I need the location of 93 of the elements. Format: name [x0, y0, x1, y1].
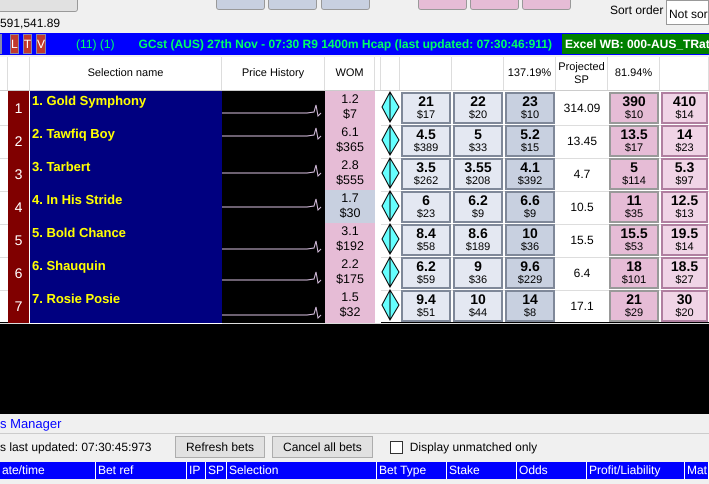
column-header: SP — [206, 462, 227, 479]
back-price-cell[interactable]: 9.4 $51 — [401, 290, 451, 322]
diamond-icon[interactable] — [381, 91, 400, 123]
column-header: 137.19% — [504, 57, 556, 90]
back-price-cell[interactable]: 5.2 $15 — [505, 125, 555, 157]
back-price-cell[interactable]: 4.5 $389 — [401, 125, 451, 157]
market-title: GCst (AUS) 27th Nov - 07:30 R9 1400m Hcap (last updated: 07:30:46:911) — [138, 36, 552, 53]
diamond-icon[interactable] — [381, 124, 400, 156]
diamond-icon[interactable] — [381, 289, 400, 321]
column-header: Selection name — [30, 57, 222, 90]
back-price-cell[interactable]: 10 $44 — [453, 290, 503, 322]
diamond-icon[interactable] — [381, 223, 400, 255]
back-price-cell[interactable]: 23 $10 — [505, 92, 555, 124]
panel-title: s Manager — [0, 416, 62, 431]
back-price-cell[interactable]: 6 $23 — [401, 191, 451, 223]
checkbox-label: Display unmatched only — [410, 439, 538, 456]
weight-of-money-cell: 1.5 $32 — [325, 289, 375, 324]
lay-price-cell[interactable]: 18 $101 — [609, 257, 659, 289]
back-price-cell[interactable]: 8.4 $58 — [401, 224, 451, 256]
column-header: Bet ref — [96, 462, 187, 479]
weight-of-money-cell: 2.2 $175 — [325, 256, 375, 291]
lay-price-cell[interactable]: 13.5 $17 — [609, 125, 659, 157]
back-price-cell[interactable]: 6.2 $9 — [453, 191, 503, 223]
action-button[interactable]: Cancel all bets — [272, 436, 373, 458]
back-price-cell[interactable]: 9 $36 — [453, 257, 503, 289]
column-header: WOM — [325, 57, 375, 90]
back-price-cell[interactable]: 9.6 $229 — [505, 257, 555, 289]
back-price-cell[interactable]: 5 $33 — [453, 125, 503, 157]
lay-price-cell[interactable]: 410 $14 — [661, 92, 708, 124]
back-price-cell[interactable]: 4.1 $392 — [505, 158, 555, 190]
lay-price-cell[interactable]: 21 $29 — [609, 290, 659, 322]
toolbar-button[interactable]: L — [10, 34, 19, 54]
lay-price-cell[interactable]: 12.5 $13 — [661, 191, 708, 223]
weight-of-money-cell: 3.1 $192 — [325, 223, 375, 258]
last-updated-text: s last updated: 07:30:45:973 — [0, 439, 152, 456]
lay-price-cell[interactable]: 18.5 $27 — [661, 257, 708, 289]
back-price-cell[interactable]: 8.6 $189 — [453, 224, 503, 256]
diamond-icon[interactable] — [381, 157, 400, 189]
runner-number: 6 — [8, 256, 30, 291]
runner-name[interactable]: 5. Bold Chance — [30, 223, 222, 258]
runner-name[interactable]: 3. Tarbert — [30, 157, 222, 192]
runner-name[interactable]: 4. In His Stride — [30, 190, 222, 225]
runner-name[interactable]: 1. Gold Symphony — [30, 91, 222, 126]
column-header: Odds — [517, 462, 587, 479]
toolbar-button[interactable]: T — [22, 34, 32, 54]
lay-price-cell[interactable]: 14 $23 — [661, 125, 708, 157]
lay-price-cell[interactable]: 11 $35 — [609, 191, 659, 223]
runner-number: 1 — [8, 91, 30, 126]
lay-price-cell[interactable]: 5.3 $97 — [661, 158, 708, 190]
back-price-cell[interactable]: 21 $17 — [401, 92, 451, 124]
runner-name[interactable]: 7. Rosie Posie — [30, 289, 222, 324]
weight-of-money-cell: 2.8 $555 — [325, 157, 375, 192]
weight-of-money-cell: 1.7 $30 — [325, 190, 375, 225]
back-price-cell[interactable]: 10 $36 — [505, 224, 555, 256]
back-price-cell[interactable]: 6.6 $9 — [505, 191, 555, 223]
diamond-icon[interactable] — [381, 190, 400, 222]
column-header: Bet Type — [377, 462, 447, 479]
column-header: Selection — [227, 462, 377, 479]
column-header: Projected SP — [556, 57, 608, 90]
runner-number: 7 — [8, 289, 30, 324]
checkbox[interactable] — [390, 440, 403, 454]
column-header: Profit/Liability — [587, 462, 685, 479]
runner-name[interactable]: 6. Shauquin — [30, 256, 222, 291]
toolbar-button[interactable]: V — [36, 34, 46, 54]
back-price-cell[interactable]: 22 $20 — [453, 92, 503, 124]
weight-of-money-cell: 6.1 $365 — [325, 124, 375, 159]
runner-name[interactable]: 2. Tawfiq Boy — [30, 124, 222, 159]
column-header: ate/time — [0, 462, 96, 479]
column-header: Mat — [685, 462, 709, 479]
back-price-cell[interactable]: 3.5 $262 — [401, 158, 451, 190]
runner-number: 2 — [8, 124, 30, 159]
market-counts: (11) (1) — [76, 36, 114, 53]
column-header: 81.94% — [608, 57, 660, 90]
balance-text: 591,541.89 — [0, 15, 60, 32]
back-price-cell[interactable]: 6.2 $59 — [401, 257, 451, 289]
lay-price-cell[interactable]: 19.5 $14 — [661, 224, 708, 256]
action-button[interactable]: Refresh bets — [175, 436, 266, 458]
runner-number: 5 — [8, 223, 30, 258]
lay-price-cell[interactable]: 30 $20 — [661, 290, 708, 322]
runner-number: 4 — [8, 190, 30, 225]
diamond-icon[interactable] — [381, 256, 400, 288]
sort-order-dropdown[interactable]: Not sor — [666, 0, 709, 25]
column-header: Stake — [447, 462, 517, 479]
column-header: IP — [187, 462, 206, 479]
weight-of-money-cell: 1.2 $7 — [325, 91, 375, 126]
column-header: Price History — [222, 57, 325, 90]
lay-price-cell[interactable]: 15.5 $53 — [609, 224, 659, 256]
lay-price-cell[interactable]: 390 $10 — [609, 92, 659, 124]
back-price-cell[interactable]: 3.55 $208 — [453, 158, 503, 190]
back-price-cell[interactable]: 14 $8 — [505, 290, 555, 322]
runner-number: 3 — [8, 157, 30, 192]
sort-order-label: Sort order — [610, 2, 664, 19]
lay-price-cell[interactable]: 5 $114 — [609, 158, 659, 190]
